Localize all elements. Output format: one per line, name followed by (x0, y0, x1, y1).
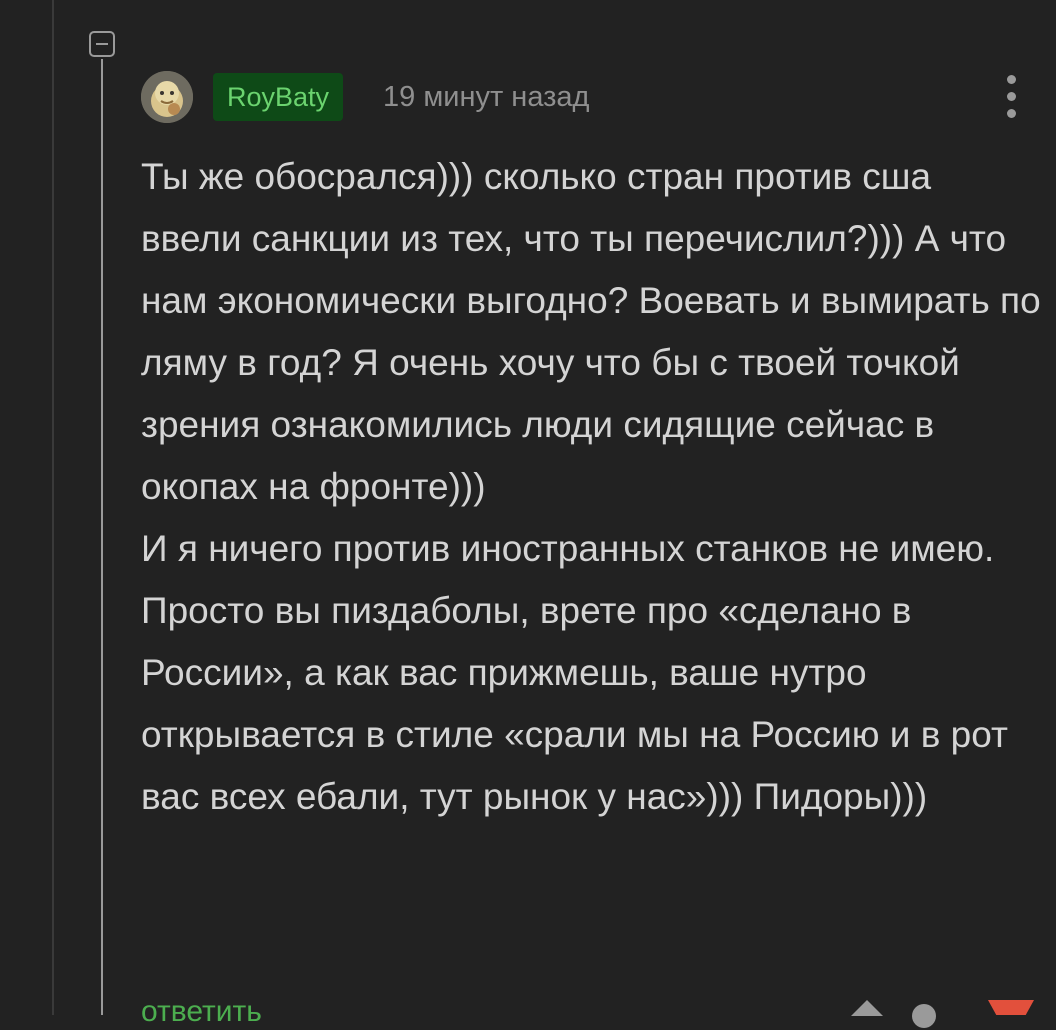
rating-dot-icon (912, 1004, 936, 1028)
avatar[interactable] (141, 71, 193, 123)
thread-guide-left (52, 0, 54, 1015)
comment-timestamp: 19 минут назад (383, 81, 590, 113)
thread-line[interactable] (101, 59, 103, 1015)
comment-paragraph: Ты же обосрался))) сколько стран против … (141, 156, 1041, 507)
comment-paragraph: И я ничего против иностранных станков не… (141, 528, 1008, 817)
comment-body: Ты же обосрался))) сколько стран против … (141, 146, 1041, 828)
vertical-dots-icon (1007, 109, 1016, 118)
vote-down-icon[interactable] (988, 1000, 1034, 1015)
more-options-button[interactable] (996, 72, 1028, 122)
vote-up-icon[interactable] (851, 1000, 883, 1016)
vertical-dots-icon (1007, 75, 1016, 84)
reply-link[interactable]: ответить (141, 994, 262, 1030)
vertical-dots-icon (1007, 92, 1016, 101)
collapse-thread-button[interactable] (89, 31, 115, 57)
username[interactable]: RoyBaty (213, 73, 344, 121)
avatar-image (141, 71, 193, 123)
